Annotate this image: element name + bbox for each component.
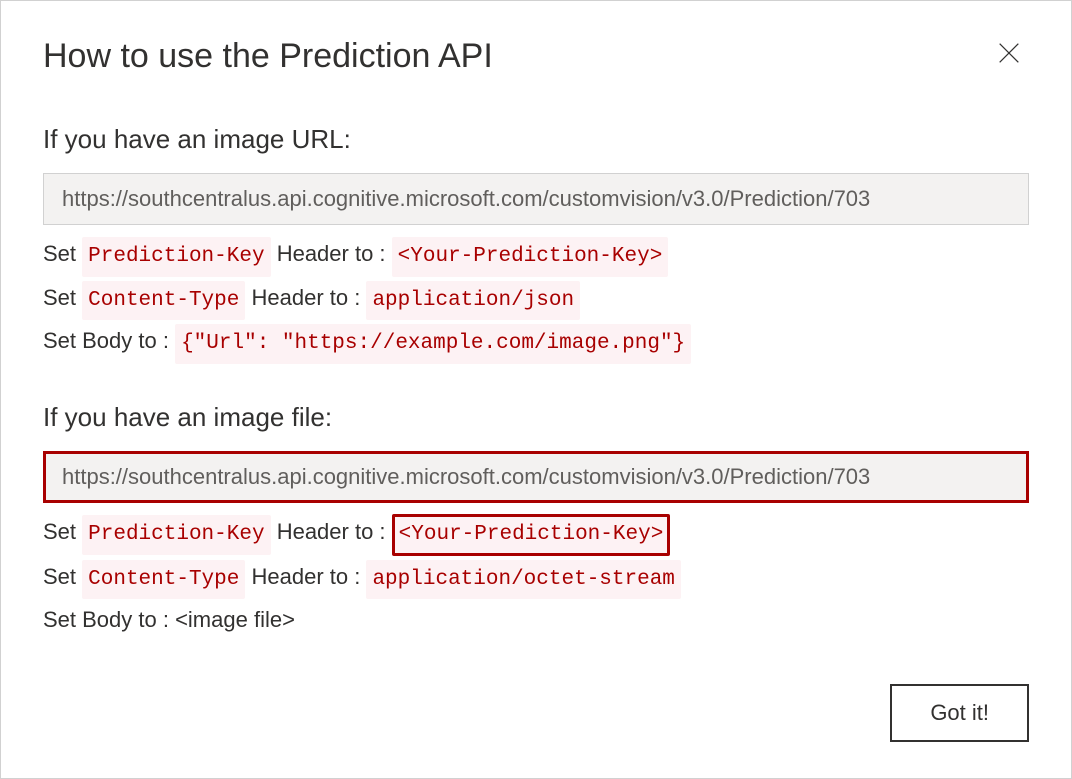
file-prediction-key-line: Set Prediction-Key Header to : <Your-Pre…: [43, 513, 1029, 556]
instruction-text: Set Body to :: [43, 328, 175, 353]
content-type-header-code: Content-Type: [82, 560, 245, 600]
content-type-value-code: application/octet-stream: [366, 560, 680, 600]
content-type-header-code: Content-Type: [82, 281, 245, 321]
dialog-footer: Got it!: [43, 684, 1029, 742]
instruction-text: Set: [43, 519, 82, 544]
prediction-key-value-code: <Your-Prediction-Key>: [392, 237, 669, 277]
prediction-key-value-code: <Your-Prediction-Key>: [392, 514, 671, 556]
instruction-text: Set Body to : <image file>: [43, 607, 295, 632]
instruction-text: Header to :: [271, 241, 392, 266]
instruction-text: Header to :: [245, 564, 366, 589]
file-body-line: Set Body to : <image file>: [43, 601, 1029, 638]
close-icon: [995, 39, 1023, 67]
dialog-title: How to use the Prediction API: [43, 37, 493, 76]
image-url-section: If you have an image URL: https://southc…: [43, 124, 1029, 366]
close-button[interactable]: [989, 33, 1029, 76]
image-url-endpoint[interactable]: https://southcentralus.api.cognitive.mic…: [43, 173, 1029, 225]
image-url-section-title: If you have an image URL:: [43, 124, 1029, 155]
instruction-text: Set: [43, 241, 82, 266]
prediction-key-header-code: Prediction-Key: [82, 237, 270, 277]
instruction-text: Set: [43, 564, 82, 589]
prediction-key-header-code: Prediction-Key: [82, 515, 270, 555]
dialog-header: How to use the Prediction API: [43, 37, 1029, 76]
instruction-text: Header to :: [271, 519, 392, 544]
image-file-section-title: If you have an image file:: [43, 402, 1029, 433]
prediction-api-dialog: How to use the Prediction API If you hav…: [0, 0, 1072, 779]
url-prediction-key-line: Set Prediction-Key Header to : <Your-Pre…: [43, 235, 1029, 277]
body-json-code: {"Url": "https://example.com/image.png"}: [175, 324, 691, 364]
content-type-value-code: application/json: [366, 281, 580, 321]
image-file-endpoint[interactable]: https://southcentralus.api.cognitive.mic…: [43, 451, 1029, 503]
instruction-text: Header to :: [245, 285, 366, 310]
file-content-type-line: Set Content-Type Header to : application…: [43, 558, 1029, 600]
got-it-button[interactable]: Got it!: [890, 684, 1029, 742]
image-file-section: If you have an image file: https://south…: [43, 402, 1029, 641]
instruction-text: Set: [43, 285, 82, 310]
url-body-line: Set Body to : {"Url": "https://example.c…: [43, 322, 1029, 364]
url-content-type-line: Set Content-Type Header to : application…: [43, 279, 1029, 321]
